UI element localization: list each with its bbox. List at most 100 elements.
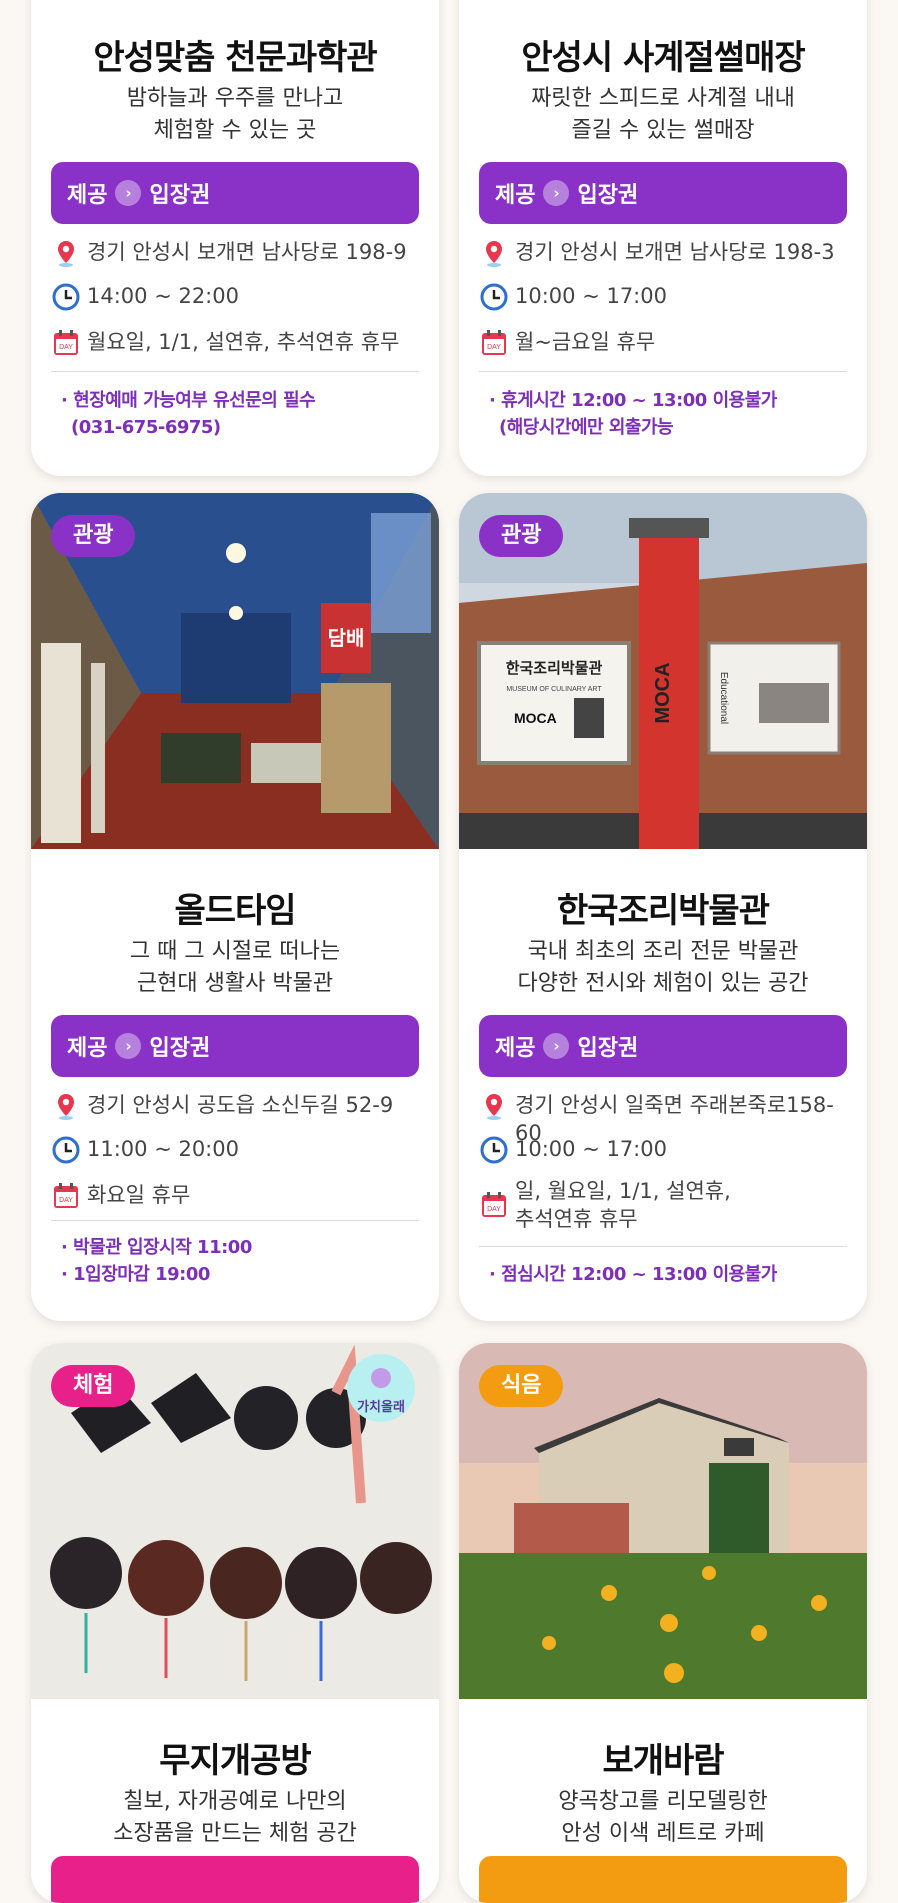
card-culinary-museum[interactable]: 한국조리박물관 MUSEUM OF CULINARY ART MOCA MOCA… — [459, 493, 867, 1321]
card-subtitle-1: 그 때 그 시절로 떠나는 — [129, 939, 341, 964]
address-text: 경기 안성시 보개면 남사당로 198-9 — [87, 240, 407, 264]
tower-text: MOCA — [652, 662, 674, 723]
notice-line-1: · 점심시간 12:00 ~ 13:00 이용불가 — [489, 1264, 777, 1285]
calendar-icon: DAY — [482, 330, 506, 355]
hours-text: 11:00 ~ 20:00 — [87, 1137, 239, 1161]
svg-text:DAY: DAY — [487, 1206, 501, 1213]
notice-line-1: · 현장예매 가능여부 유선문의 필수 — [61, 390, 316, 411]
address-row: 경기 안성시 보개면 남사당로 198-9 — [51, 238, 421, 268]
side-text: Educational — [718, 672, 729, 724]
card-astronomy-museum[interactable]: 안성맞춤 천문과학관 밤하늘과 우주를 만나고 체험할 수 있는 곳 제공 › … — [31, 0, 439, 476]
provide-label: 제공 — [67, 183, 108, 208]
hours-row: 10:00 ~ 17:00 — [479, 282, 849, 312]
card-sled-park[interactable]: 안성시 사계절썰매장 짜릿한 스피드로 사계절 내내 즐길 수 있는 썰매장 제… — [459, 0, 867, 476]
card-old-time[interactable]: 담배 관광 올드타임 그 때 그 시절로 떠나는 근현대 생활사 박물관 제공 … — [31, 493, 439, 1321]
category-tag: 관광 — [479, 515, 564, 557]
svg-text:DAY: DAY — [59, 344, 73, 351]
card-subtitle-1: 밤하늘과 우주를 만나고 — [126, 86, 344, 111]
provide-label: 제공 — [495, 1036, 536, 1061]
hours-text: 14:00 ~ 22:00 — [87, 284, 239, 308]
divider — [479, 371, 847, 372]
closed-text: 월~금요일 휴무 — [515, 330, 656, 354]
provide-label: 제공 — [67, 1036, 108, 1061]
address-text: 경기 안성시 공도읍 소신두길 52-9 — [87, 1093, 394, 1117]
category-tag: 체험 — [51, 1365, 136, 1407]
divider — [479, 1246, 847, 1247]
clock-icon — [52, 1136, 80, 1164]
closed-text-2: 추석연휴 휴무 — [515, 1207, 638, 1231]
closed-text: 월요일, 1/1, 설연휴, 추석연휴 휴무 — [87, 330, 400, 354]
category-pill[interactable] — [51, 1856, 419, 1903]
chevron-right-icon: › — [115, 180, 142, 206]
card-title: 안성시 사계절썰매장 — [521, 38, 805, 78]
hours-row: 14:00 ~ 22:00 — [51, 282, 421, 312]
ticket-label: 입장권 — [577, 1036, 639, 1061]
card-subtitle-2: 즐길 수 있는 썰매장 — [571, 118, 755, 143]
card-subtitle-1: 짜릿한 스피드로 사계절 내내 — [531, 86, 795, 111]
notice-line-1: · 휴게시간 12:00 ~ 13:00 이용불가 — [489, 390, 777, 411]
clock-icon — [480, 1136, 508, 1164]
sign-english: MUSEUM OF CULINARY ART — [506, 686, 602, 693]
provide-label: 제공 — [495, 183, 536, 208]
clock-icon — [52, 283, 80, 311]
card-title: 보개바람 — [602, 1741, 724, 1781]
notice-line-2: (031-675-6975) — [71, 417, 221, 438]
hours-row: 11:00 ~ 20:00 — [51, 1135, 421, 1165]
notice-line-2: · 1입장마감 19:00 — [61, 1264, 210, 1285]
card-bogae-baram[interactable]: 식음 보개바람 양곡창고를 리모델링한 안성 이색 레트로 카페 — [459, 1343, 867, 1903]
ticket-button[interactable]: 제공 › 입장권 — [479, 1015, 847, 1077]
card-subtitle-1: 칠보, 자개공예로 나만의 — [123, 1789, 347, 1814]
badge-text: 가치올래 — [357, 1399, 405, 1415]
card-rainbow-workshop[interactable]: 가치올래 체험 무지개공방 칠보, 자개공예로 나만의 소장품을 만드는 체험 … — [31, 1343, 439, 1903]
calendar-icon: DAY — [482, 1192, 506, 1217]
closed-row: DAY 월~금요일 휴무 — [479, 328, 849, 358]
ticket-button[interactable]: 제공 › 입장권 — [51, 162, 419, 224]
hours-text: 10:00 ~ 17:00 — [515, 284, 667, 308]
hours-row: 10:00 ~ 17:00 — [479, 1135, 849, 1165]
svg-text:DAY: DAY — [59, 1197, 73, 1204]
closed-text-1: 일, 월요일, 1/1, 설연휴, — [515, 1179, 731, 1203]
closed-row: DAY 월요일, 1/1, 설연휴, 추석연휴 휴무 — [51, 328, 421, 358]
calendar-icon: DAY — [54, 1183, 78, 1208]
card-title: 올드타임 — [174, 891, 296, 931]
card-subtitle-2: 소장품을 만드는 체험 공간 — [113, 1821, 357, 1846]
card-subtitle-2: 안성 이색 레트로 카페 — [561, 1821, 765, 1846]
ticket-button[interactable]: 제공 › 입장권 — [51, 1015, 419, 1077]
ticket-label: 입장권 — [149, 1036, 211, 1061]
notice-line-2: (해당시간에만 외출가능 — [499, 417, 674, 438]
category-tag: 식음 — [479, 1365, 564, 1407]
calendar-icon: DAY — [54, 330, 78, 355]
address-text: 경기 안성시 보개면 남사당로 198-3 — [515, 240, 835, 264]
card-title: 무지개공방 — [159, 1741, 311, 1781]
card-subtitle-2: 근현대 생활사 박물관 — [136, 971, 334, 996]
closed-row: DAY 일, 월요일, 1/1, 설연휴, 추석연휴 휴무 — [479, 1177, 849, 1233]
card-subtitle-1: 양곡창고를 리모델링한 — [558, 1789, 768, 1814]
divider — [51, 1220, 419, 1221]
address-row: 경기 안성시 보개면 남사당로 198-3 — [479, 238, 849, 268]
location-pin-icon — [58, 241, 74, 267]
location-pin-icon — [486, 241, 502, 267]
card-subtitle-1: 국내 최초의 조리 전문 박물관 — [527, 939, 799, 964]
card-subtitle-2: 다양한 전시와 체험이 있는 공간 — [517, 971, 809, 996]
closed-text-block: 일, 월요일, 1/1, 설연휴, 추석연휴 휴무 — [515, 1177, 731, 1233]
sign-text: 담배 — [328, 626, 365, 650]
card-title: 한국조리박물관 — [557, 891, 770, 931]
sign-moca: MOCA — [514, 710, 557, 726]
ticket-button[interactable]: 제공 › 입장권 — [479, 162, 847, 224]
chevron-right-icon: › — [543, 180, 570, 206]
category-tag: 관광 — [51, 515, 136, 557]
card-subtitle-2: 체험할 수 있는 곳 — [153, 118, 317, 143]
address-row: 경기 안성시 공도읍 소신두길 52-9 — [51, 1091, 421, 1121]
chevron-right-icon: › — [543, 1033, 570, 1059]
hours-text: 10:00 ~ 17:00 — [515, 1137, 667, 1161]
closed-text: 화요일 휴무 — [87, 1183, 191, 1207]
ticket-label: 입장권 — [149, 183, 211, 208]
divider — [51, 371, 419, 372]
notice-line-1: · 박물관 입장시작 11:00 — [61, 1237, 252, 1258]
clock-icon — [480, 283, 508, 311]
sign-title: 한국조리박물관 — [506, 659, 603, 677]
svg-text:DAY: DAY — [487, 344, 501, 351]
location-pin-icon — [58, 1094, 74, 1120]
chevron-right-icon: › — [115, 1033, 142, 1059]
category-pill[interactable] — [479, 1856, 847, 1903]
